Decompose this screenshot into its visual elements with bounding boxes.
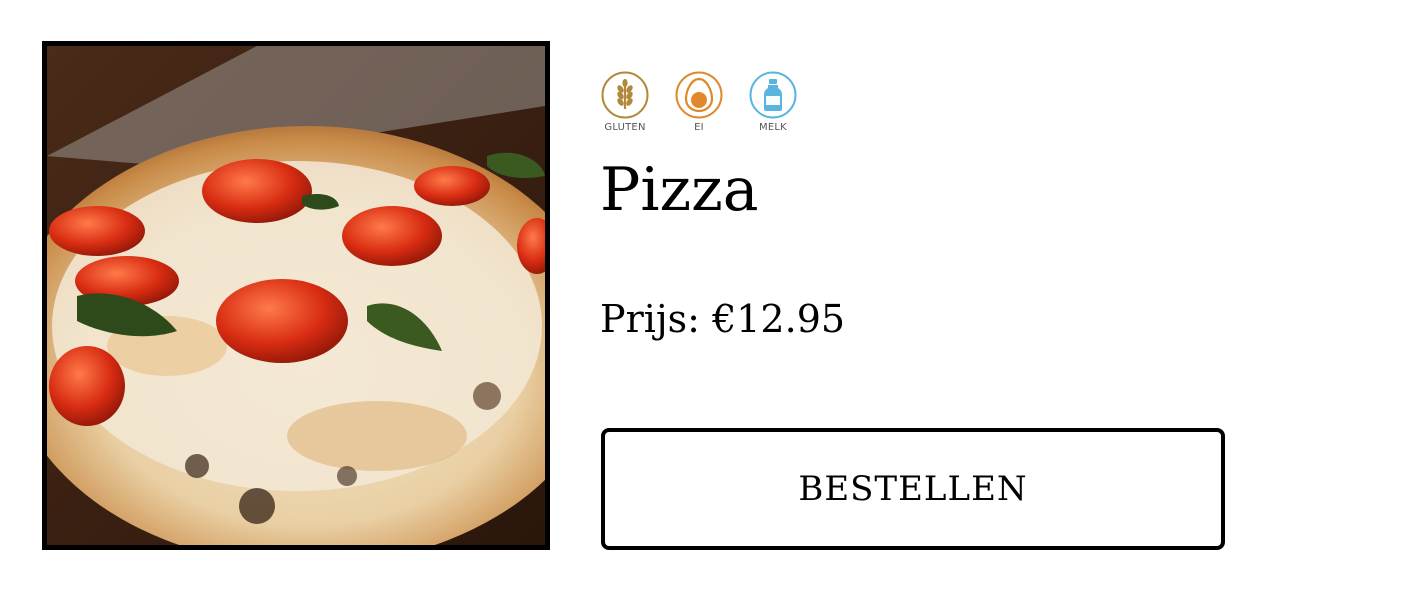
order-button[interactable]: BESTELLEN (601, 428, 1225, 550)
allergen-gluten: GLUTEN (600, 71, 650, 133)
product-image (42, 41, 550, 550)
price-line: Prijs: €12.95 (600, 300, 845, 338)
allergen-list: GLUTEN EI MELK (600, 71, 798, 133)
price-label: Prijs: (600, 297, 700, 341)
egg-icon (675, 71, 723, 119)
price-value: €12.95 (712, 297, 846, 341)
allergen-label: MELK (759, 122, 787, 133)
pizza-photo (47, 46, 545, 545)
allergen-label: EI (694, 122, 704, 133)
milk-bottle-icon (749, 71, 797, 119)
wheat-icon (601, 71, 649, 119)
allergen-label: GLUTEN (604, 122, 646, 133)
allergen-egg: EI (674, 71, 724, 133)
product-title: Pizza (600, 155, 759, 225)
allergen-milk: MELK (748, 71, 798, 133)
